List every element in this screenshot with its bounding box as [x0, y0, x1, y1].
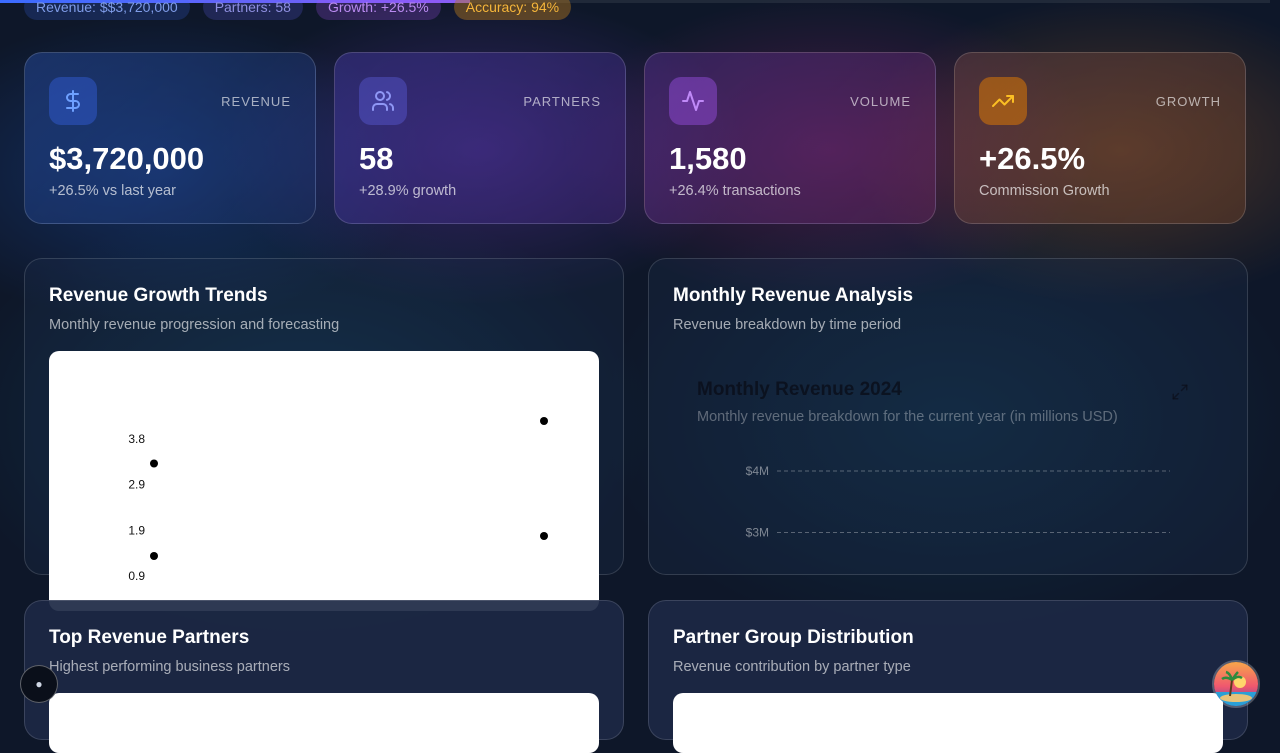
panel-title: Revenue Growth Trends — [49, 285, 268, 306]
expand-icon[interactable] — [1171, 383, 1193, 405]
top-partners-panel: Top Revenue Partners Highest performing … — [24, 600, 624, 753]
monthly-revenue-panel: Monthly Revenue Analysis Revenue breakdo… — [648, 258, 1248, 575]
trending-up-icon — [979, 77, 1027, 125]
stat-subtext: +26.5% vs last year — [49, 183, 176, 199]
revenue-trends-panel: Revenue Growth Trends Monthly revenue pr… — [24, 258, 624, 611]
y-tick-label: $3M — [746, 526, 769, 540]
monthly-chart-gridlines: $4M$3M$2M — [746, 464, 1170, 540]
users-icon — [359, 77, 407, 125]
monthly-chart-title: Monthly Revenue 2024 — [697, 379, 902, 400]
pill-revenue: Revenue: $$3,720,000 — [24, 0, 190, 20]
monthly-chart-subtitle: Monthly revenue breakdown for the curren… — [697, 409, 1118, 425]
stat-card-growth: GROWTH +26.5% Commission Growth — [954, 52, 1246, 224]
partner-distribution-panel: Partner Group Distribution Revenue contr… — [648, 600, 1248, 753]
chat-icon[interactable]: ● — [20, 665, 58, 703]
stat-subtext: +28.9% growth — [359, 183, 457, 199]
summary-pills: Revenue: $$3,720,000 Partners: 58 Growth… — [24, 0, 572, 20]
avatar-icon[interactable] — [1212, 660, 1260, 708]
stat-label: REVENUE — [221, 94, 291, 109]
y-tick-label: $4M — [746, 464, 769, 478]
stat-value: +26.5% — [979, 141, 1086, 176]
panel-subtitle: Highest performing business partners — [49, 659, 290, 675]
stat-label: GROWTH — [1155, 94, 1221, 109]
pill-accuracy: Accuracy: 94% — [453, 0, 572, 20]
panel-subtitle: Revenue contribution by partner type — [673, 659, 911, 675]
dollar-icon — [49, 77, 97, 125]
panel-title: Partner Group Distribution — [673, 627, 914, 648]
stat-label: PARTNERS — [523, 94, 601, 109]
stat-card-revenue: REVENUE $3,720,000 +26.5% vs last year — [24, 52, 316, 224]
stat-label: VOLUME — [850, 94, 911, 109]
stat-value: $3,720,000 — [49, 141, 205, 176]
trend-chart-canvas — [49, 351, 599, 611]
panel-subtitle: Revenue breakdown by time period — [673, 317, 902, 333]
stat-card-volume: VOLUME 1,580 +26.4% transactions — [644, 52, 936, 224]
panel-title: Monthly Revenue Analysis — [673, 285, 914, 306]
stat-value: 1,580 — [669, 141, 747, 176]
stat-card-partners: PARTNERS 58 +28.9% growth — [334, 52, 626, 224]
partners-chart-canvas — [49, 693, 599, 753]
stat-subtext: +26.4% transactions — [669, 183, 801, 199]
stat-subtext: Commission Growth — [979, 183, 1110, 199]
distribution-chart-canvas — [673, 693, 1223, 753]
activity-icon — [669, 77, 717, 125]
pill-partners: Partners: 58 — [202, 0, 303, 20]
panel-title: Top Revenue Partners — [49, 627, 250, 648]
stat-value: 58 — [359, 141, 394, 176]
pill-growth: Growth: +26.5% — [315, 0, 441, 20]
panel-subtitle: Monthly revenue progression and forecast… — [49, 317, 340, 333]
